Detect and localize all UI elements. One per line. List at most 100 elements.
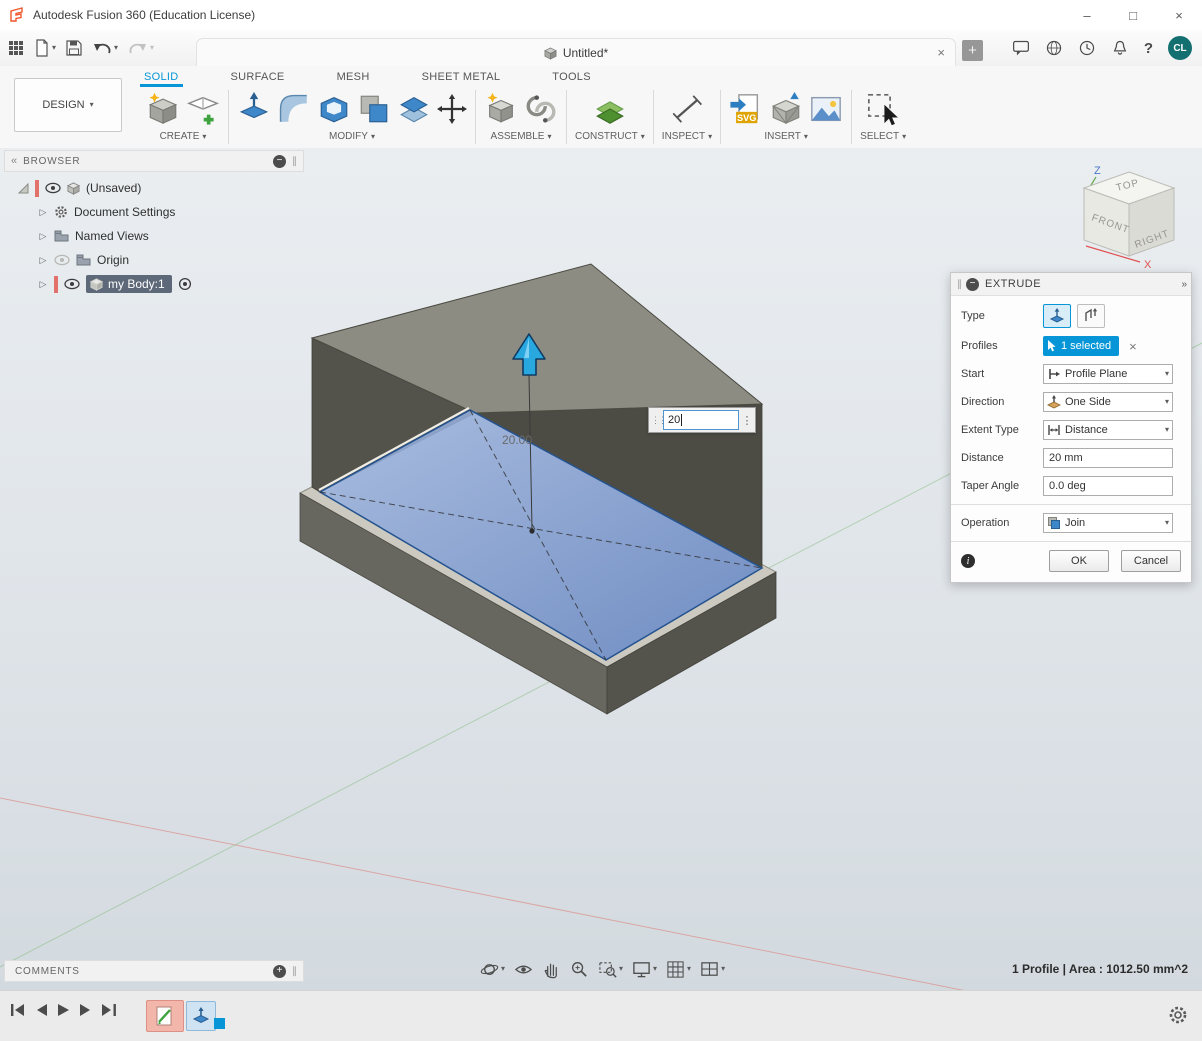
tree-item-named-views[interactable]: ▷ Named Views: [4, 224, 304, 248]
grid-settings[interactable]: ▾: [666, 960, 691, 979]
timeline-sketch-feature[interactable]: [146, 1000, 184, 1032]
timeline-settings-gear-icon[interactable]: [1168, 1005, 1188, 1025]
measure-icon[interactable]: [670, 94, 704, 124]
tree-item-document[interactable]: (Unsaved): [4, 176, 304, 200]
extrude-dialog-header[interactable]: ∥ − EXTRUDE »: [951, 273, 1191, 296]
profiles-selected-chip[interactable]: 1 selected: [1043, 336, 1120, 356]
combine-icon[interactable]: [357, 92, 391, 126]
expand-arrow-icon[interactable]: ▷: [38, 279, 48, 290]
workspace-selector[interactable]: DESIGN ▾: [14, 78, 122, 132]
modify-menu[interactable]: MODIFY ▾: [237, 131, 467, 142]
viewports-setting[interactable]: ▾: [700, 960, 725, 979]
info-icon[interactable]: i: [961, 554, 975, 568]
direction-dropdown[interactable]: One Side ▾: [1043, 392, 1173, 412]
look-at-tool[interactable]: [514, 960, 533, 979]
display-settings[interactable]: ▾: [632, 960, 657, 979]
dialog-grip[interactable]: ∥: [957, 279, 962, 290]
minimize-button[interactable]: –: [1064, 0, 1110, 30]
new-solid-icon[interactable]: [146, 92, 180, 126]
clear-selection-icon[interactable]: ×: [1129, 339, 1137, 354]
start-dropdown[interactable]: Profile Plane ▾: [1043, 364, 1173, 384]
fit-tool[interactable]: ▾: [598, 960, 623, 979]
input-menu-icon[interactable]: ⋮: [741, 414, 753, 427]
expand-arrow-icon[interactable]: ▷: [38, 207, 48, 218]
globe-icon[interactable]: [1045, 39, 1063, 57]
inspect-menu[interactable]: INSPECT ▾: [662, 131, 712, 142]
comments-add-icon[interactable]: +: [273, 964, 286, 978]
visibility-off-eye-icon[interactable]: [54, 254, 70, 266]
dialog-collapse-icon[interactable]: −: [966, 277, 979, 291]
construct-menu[interactable]: CONSTRUCT ▾: [575, 131, 645, 142]
extent-type-dropdown[interactable]: Distance ▾: [1043, 420, 1173, 440]
maximize-button[interactable]: □: [1110, 0, 1156, 30]
tab-mesh[interactable]: MESH: [333, 71, 374, 87]
create-sketch-icon[interactable]: [186, 92, 220, 126]
file-menu-button[interactable]: ▾: [34, 39, 56, 57]
expand-arrow-icon[interactable]: ▷: [38, 231, 48, 242]
comments-icon[interactable]: [1012, 39, 1030, 57]
tab-sheet-metal[interactable]: SHEET METAL: [418, 71, 505, 87]
selected-body-chip[interactable]: my Body:1: [86, 275, 172, 293]
extrude-type-solid-button[interactable]: [1043, 304, 1071, 328]
visibility-eye-icon[interactable]: [64, 278, 80, 290]
expand-arrow-icon[interactable]: ▷: [38, 255, 48, 266]
move-copy-icon[interactable]: [437, 94, 467, 124]
tab-tools[interactable]: TOOLS: [548, 71, 595, 87]
create-menu[interactable]: CREATE ▾: [146, 131, 220, 142]
panel-grip[interactable]: ∥: [292, 966, 297, 977]
construct-plane-icon[interactable]: [592, 92, 628, 126]
dock-panel-icon[interactable]: »: [1181, 279, 1186, 290]
ok-button[interactable]: OK: [1049, 550, 1109, 572]
help-icon[interactable]: ?: [1144, 40, 1153, 57]
distance-value-input[interactable]: 20 mm: [1043, 448, 1173, 468]
go-to-start-button[interactable]: [10, 1003, 26, 1017]
step-forward-button[interactable]: [79, 1003, 92, 1017]
play-button[interactable]: [57, 1003, 70, 1017]
view-cube[interactable]: Z TOP FRONT RIGHT X: [1062, 158, 1197, 276]
tree-item-body[interactable]: ▷ my Body:1: [4, 272, 304, 296]
zoom-tool[interactable]: [570, 960, 589, 979]
shell-icon[interactable]: [317, 92, 351, 126]
tab-close-button[interactable]: ×: [937, 45, 945, 60]
viewport-canvas[interactable]: 20.00 ⋮⋮ 20 ⋮ Z TOP FRONT RIGHT X « BROW…: [0, 148, 1202, 990]
timeline-position-marker[interactable]: [214, 1018, 225, 1029]
joint-icon[interactable]: [524, 92, 558, 126]
tab-solid[interactable]: SOLID: [140, 71, 183, 87]
panel-grip[interactable]: ∥: [292, 156, 297, 167]
app-grid-icon[interactable]: [8, 40, 24, 56]
cancel-button[interactable]: Cancel: [1121, 550, 1181, 572]
tab-surface[interactable]: SURFACE: [227, 71, 289, 87]
user-avatar[interactable]: CL: [1168, 36, 1192, 60]
select-icon[interactable]: [866, 92, 900, 126]
tree-item-origin[interactable]: ▷ Origin: [4, 248, 304, 272]
insert-mesh-icon[interactable]: [769, 92, 803, 126]
fillet-icon[interactable]: [277, 92, 311, 126]
new-tab-button[interactable]: +: [962, 40, 983, 61]
assemble-menu[interactable]: ASSEMBLE ▾: [484, 131, 558, 142]
drag-grip-icon[interactable]: ⋮⋮: [651, 415, 667, 426]
ground-target-icon[interactable]: [178, 277, 192, 291]
comments-header[interactable]: COMMENTS + ∥: [4, 960, 304, 982]
job-status-clock-icon[interactable]: [1078, 39, 1096, 57]
visibility-eye-icon[interactable]: [45, 182, 61, 194]
save-button[interactable]: [66, 40, 82, 56]
insert-svg-icon[interactable]: SVG: [729, 92, 763, 126]
distance-input[interactable]: 20: [663, 410, 739, 430]
close-button[interactable]: ×: [1156, 0, 1202, 30]
select-menu[interactable]: SELECT ▾: [860, 131, 906, 142]
undo-button[interactable]: ▾: [92, 40, 118, 56]
orbit-tool[interactable]: ▾: [480, 960, 505, 979]
offset-face-icon[interactable]: [397, 92, 431, 126]
notifications-bell-icon[interactable]: [1111, 39, 1129, 57]
extrude-type-thin-button[interactable]: [1077, 304, 1105, 328]
press-pull-icon[interactable]: [237, 92, 271, 126]
taper-angle-input[interactable]: 0.0 deg: [1043, 476, 1173, 496]
insert-menu[interactable]: INSERT ▾: [729, 131, 843, 142]
new-component-icon[interactable]: [484, 92, 518, 126]
tree-item-document-settings[interactable]: ▷ Document Settings: [4, 200, 304, 224]
operation-dropdown[interactable]: Join ▾: [1043, 513, 1173, 533]
canvas-icon[interactable]: [809, 92, 843, 126]
browser-header[interactable]: « BROWSER − ∥: [4, 150, 304, 172]
go-to-end-button[interactable]: [101, 1003, 117, 1017]
collapse-panel-icon[interactable]: «: [11, 155, 17, 167]
